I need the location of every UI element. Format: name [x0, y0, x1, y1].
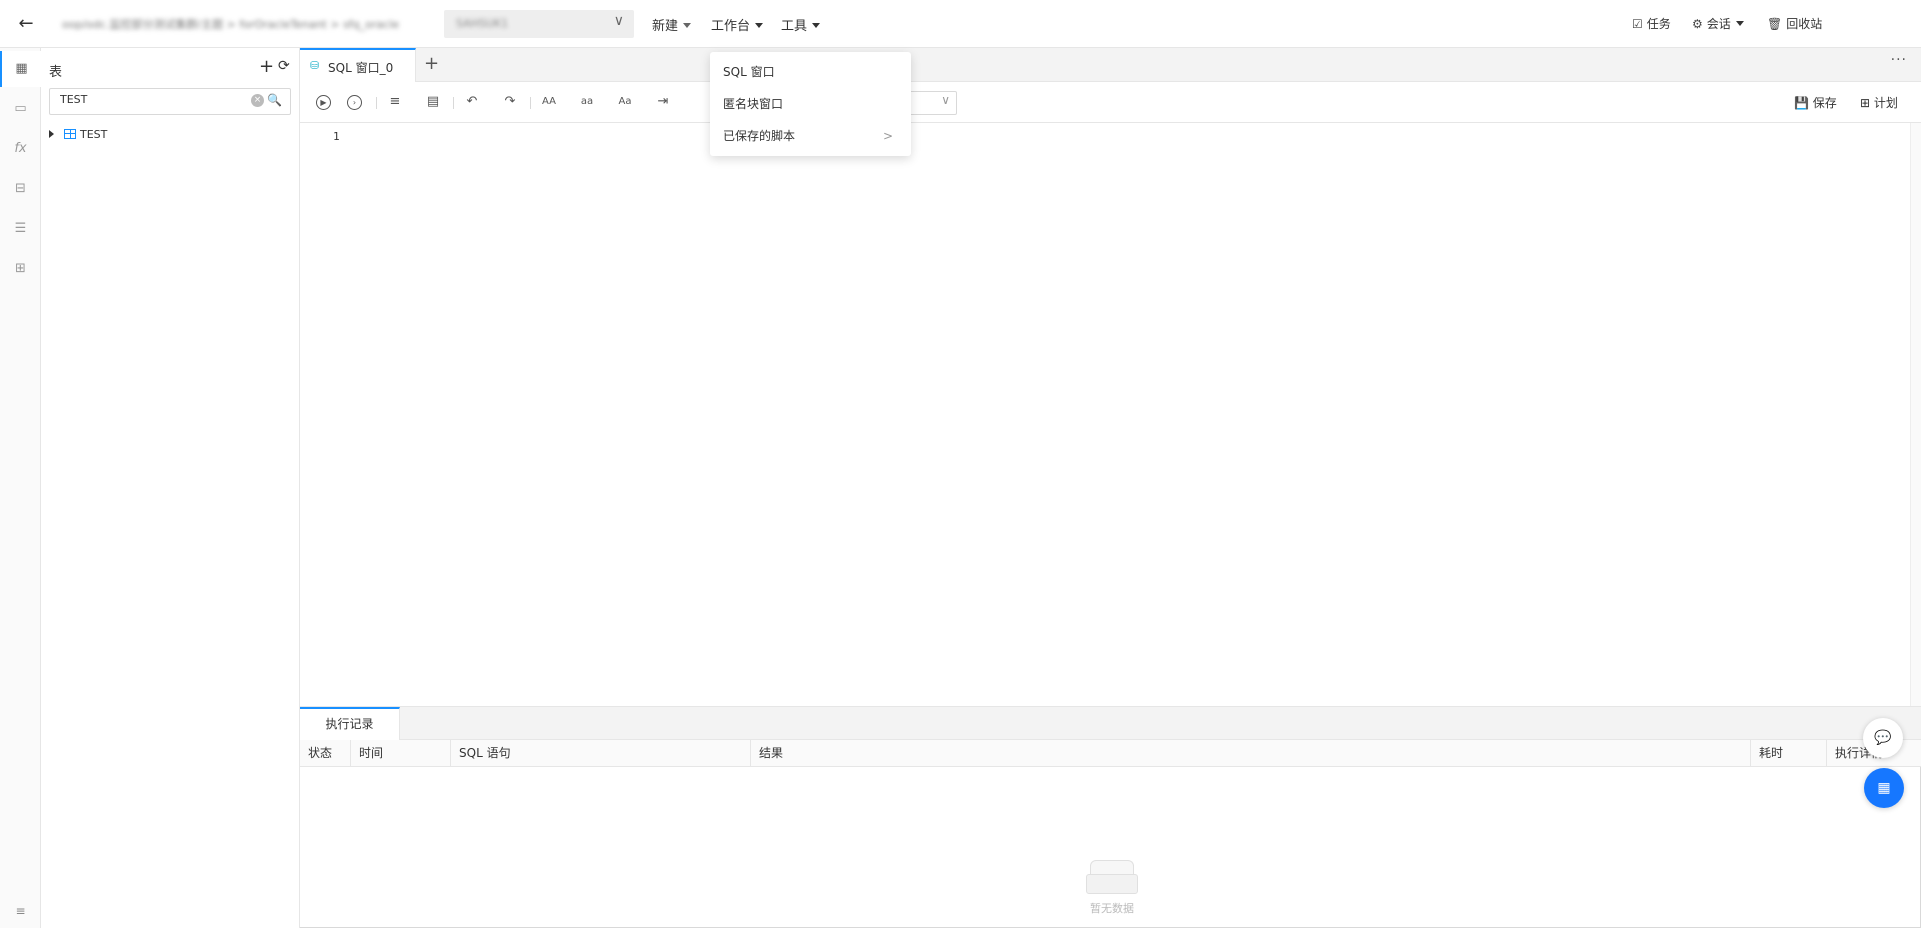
dropdown-item-label: 已保存的脚本: [723, 129, 796, 143]
dropdown-item-saved-scripts[interactable]: 已保存的脚本 >: [710, 120, 911, 152]
lowercase-icon[interactable]: aa: [577, 92, 597, 112]
indent-icon[interactable]: ⇥: [653, 92, 673, 112]
workbench-dropdown: SQL 窗口 匿名块窗口 已保存的脚本 >: [710, 52, 911, 156]
empty-inbox-icon: [1084, 856, 1140, 896]
sequence-icon[interactable]: ☰: [0, 211, 41, 247]
caret-down-icon: [1735, 21, 1744, 26]
column-duration: 耗时: [1750, 740, 1826, 767]
menu-new-label: 新建: [652, 19, 679, 34]
run-current-icon[interactable]: ›: [347, 95, 362, 110]
sql-window-icon: ⛁: [310, 59, 320, 72]
sql-editor[interactable]: 1: [300, 123, 1910, 706]
save-label: 保存: [1812, 96, 1837, 110]
more-tabs-icon[interactable]: ···: [1891, 52, 1907, 68]
tasks-label: 任务: [1646, 17, 1671, 31]
plan-label: 计划: [1873, 96, 1898, 110]
tab-execution-history[interactable]: 执行记录: [300, 707, 400, 740]
save-icon: 💾: [1794, 96, 1809, 110]
menu-tools[interactable]: 工具: [781, 15, 821, 34]
apps-grid-icon[interactable]: ▦: [1864, 768, 1904, 808]
editor-scrollbar[interactable]: [1910, 123, 1921, 706]
tasks-button[interactable]: ☑ 任务: [1632, 15, 1671, 32]
refresh-icon[interactable]: ⟳: [278, 58, 290, 74]
format-icon[interactable]: ≡: [385, 92, 405, 112]
table-search-field: × 🔍: [49, 88, 291, 115]
feedback-chat-icon[interactable]: 💬: [1863, 718, 1903, 758]
table-panel: 表 + ⟳ × 🔍 TEST: [41, 48, 300, 928]
plan-button[interactable]: ⊞ 计划: [1860, 94, 1898, 111]
menu-tools-label: 工具: [781, 19, 808, 34]
uppercase-icon[interactable]: AA: [539, 92, 559, 112]
explain-icon[interactable]: ▤: [423, 92, 443, 112]
toolbar-divider: [453, 97, 454, 109]
view-icon[interactable]: ▭: [0, 91, 41, 127]
empty-text: 暂无数据: [1090, 902, 1134, 915]
connection-breadcrumb: oop/odc.监控部分测试集群/主题 > forOracleTenant > …: [62, 18, 400, 31]
back-arrow-icon[interactable]: ←: [14, 12, 38, 36]
column-result: 结果: [750, 740, 1750, 767]
toolbar-divider: [376, 97, 377, 109]
dropdown-item-label: SQL 窗口: [723, 65, 775, 79]
table-node-icon: [64, 129, 76, 139]
recycle-bin-button[interactable]: 🗑 回收站: [1767, 15, 1822, 32]
caret-down-icon: [755, 23, 764, 28]
capitalize-icon[interactable]: Aa: [615, 92, 635, 112]
expand-arrow-icon[interactable]: [49, 130, 54, 138]
column-sql: SQL 语句: [450, 740, 750, 767]
editor-tab-bar: ⛁ SQL 窗口_0 + ···: [300, 48, 1921, 82]
session-label: 会话: [1706, 17, 1731, 31]
add-tab-icon[interactable]: +: [424, 53, 439, 74]
tree-node-label: TEST: [80, 128, 108, 141]
save-button[interactable]: 💾 保存: [1794, 94, 1837, 111]
dropdown-item-sql-window[interactable]: SQL 窗口: [710, 56, 911, 88]
toolbar-divider: [530, 97, 531, 109]
clear-search-icon[interactable]: ×: [251, 94, 264, 107]
object-type-rail: ▦ ▭ fx ⊟ ☰ ⊞: [0, 48, 41, 928]
caret-down-icon: [812, 23, 821, 28]
chevron-down-icon: ∨: [941, 93, 950, 107]
caret-down-icon: [683, 23, 692, 28]
tab-sql-window[interactable]: ⛁ SQL 窗口_0: [300, 48, 416, 82]
session-button[interactable]: ⚙ 会话: [1692, 15, 1744, 32]
tree-node-table[interactable]: TEST: [49, 128, 107, 141]
run-icon[interactable]: ▶: [316, 95, 331, 110]
undo-icon[interactable]: ↶: [462, 92, 482, 112]
plan-icon: ⊞: [1860, 96, 1871, 110]
menu-workbench-label: 工作台: [711, 19, 751, 34]
menu-workbench[interactable]: 工作台: [711, 15, 764, 34]
dropdown-item-label: 匿名块窗口: [723, 97, 784, 111]
add-table-icon[interactable]: +: [259, 56, 274, 77]
redo-icon[interactable]: ↷: [500, 92, 520, 112]
results-table-header: 状态 时间 SQL 语句 结果 耗时 执行详情: [300, 740, 1921, 767]
menu-new[interactable]: 新建: [652, 15, 692, 34]
procedure-icon[interactable]: ⊟: [0, 171, 41, 207]
line-number: 1: [333, 130, 340, 143]
table-search-input[interactable]: [60, 93, 240, 106]
function-icon[interactable]: fx: [0, 131, 41, 167]
tab-label: SQL 窗口_0: [328, 61, 394, 75]
task-check-icon: ☑: [1632, 17, 1643, 31]
collapse-sidebar-icon[interactable]: ≡: [0, 904, 41, 918]
package-icon[interactable]: ⊞: [0, 251, 41, 287]
editor-toolbar: ▶ › ≡ ▤ ↶ ↷ AA aa Aa ⇥ ∨ 💾 保存 ⊞ 计划: [300, 82, 1921, 123]
chevron-down-icon: ∨: [613, 13, 624, 29]
chevron-right-icon: >: [882, 129, 893, 143]
result-tab-bar: 执行记录: [300, 706, 1921, 740]
database-select[interactable]: SAHSUK1 ∨: [444, 10, 634, 38]
column-status: 状态: [308, 746, 333, 760]
database-select-value: SAHSUK1: [456, 17, 509, 30]
panel-title: 表: [49, 65, 63, 80]
search-icon[interactable]: 🔍: [267, 93, 282, 107]
empty-state: 暂无数据: [1082, 856, 1142, 916]
table-icon[interactable]: ▦: [0, 51, 41, 87]
gear-icon: ⚙: [1692, 17, 1703, 31]
top-bar: ← oop/odc.监控部分测试集群/主题 > forOracleTenant …: [0, 0, 1921, 48]
trash-icon: 🗑: [1767, 17, 1783, 31]
dropdown-item-anonymous-block[interactable]: 匿名块窗口: [710, 88, 911, 120]
column-time: 时间: [350, 740, 450, 767]
recycle-label: 回收站: [1786, 17, 1823, 31]
